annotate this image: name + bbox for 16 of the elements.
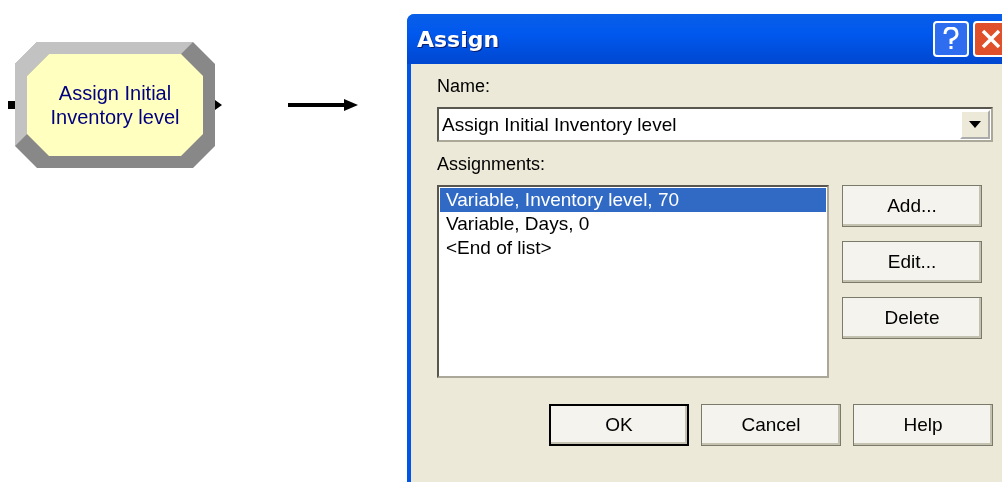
assignments-label: Assignments: (437, 154, 546, 175)
list-action-button[interactable]: Add... (842, 185, 982, 227)
assign-module[interactable]: Assign Initial Inventory level (15, 42, 215, 168)
list-action-button[interactable]: Delete (842, 297, 982, 339)
list-action-button[interactable]: Edit... (842, 241, 982, 283)
window-title: Assign (417, 26, 501, 52)
list-item[interactable]: Variable, Days, 0 (440, 212, 826, 236)
list-item[interactable]: <End of list> (440, 236, 826, 260)
name-combobox[interactable]: Assign Initial Inventory level (437, 107, 993, 142)
dialog-button[interactable]: Help (853, 404, 993, 446)
list-item[interactable]: Variable, Inventory level, 70 (440, 188, 826, 212)
dialog-button[interactable]: Cancel (701, 404, 841, 446)
combobox-value: Assign Initial Inventory level (441, 113, 678, 136)
name-label: Name: (437, 76, 490, 97)
dialog-button[interactable]: OK (549, 404, 689, 446)
module-label: Assign Initial Inventory level (49, 81, 181, 130)
